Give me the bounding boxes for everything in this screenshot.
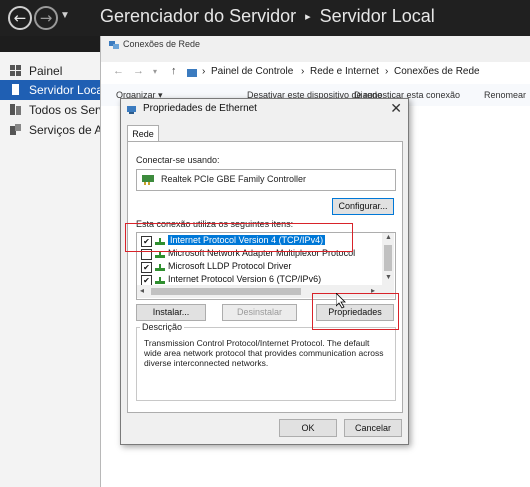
protocol-icon [155,251,165,258]
list-item-lldp[interactable]: ✔ Microsoft LLDP Protocol Driver [137,261,381,274]
rename-command[interactable]: Renomear [484,90,526,100]
protocol-icon [155,264,165,271]
dialog-title: Propriedades de Ethernet [143,103,257,114]
address-bar[interactable]: ← → ▾ ↑ › Painel de Controle › Rede e In… [101,62,530,85]
scroll-thumb[interactable] [384,245,392,271]
sidebar-item-servidor-local[interactable]: Servidor Local [0,80,100,100]
protocol-icon [155,277,165,284]
breadcrumb-network-internet[interactable]: Rede e Internet [310,66,379,77]
breadcrumb-separator: ▸ [305,11,311,23]
install-button[interactable]: Instalar... [136,304,206,321]
server-icon [12,84,19,95]
properties-highlight-box [312,293,399,330]
breadcrumb-separator-icon: › [202,66,206,77]
description-text: Transmission Control Protocol/Internet P… [144,338,384,368]
sidebar-item-label: Todos os Servidores [29,103,100,117]
list-item-label: Microsoft LLDP Protocol Driver [168,261,292,271]
sidebar-item-label: Painel [29,64,63,78]
breadcrumb-control-panel[interactable]: Painel de Controle [211,66,293,77]
back-arrow-icon[interactable]: ← [8,6,32,30]
sidebar-item-label: Serviços de Arquivo [29,123,100,137]
ipv4-highlight-box [125,223,353,252]
mouse-cursor-icon [336,293,346,309]
page-title: Gerenciador do Servidor ▸ Servidor Local [100,6,435,27]
connect-using-label: Conectar-se usando: [136,155,220,165]
forward-arrow-icon[interactable]: → [34,6,58,30]
ethernet-properties-dialog: Propriedades de Ethernet ✕ Rede Conectar… [120,98,409,445]
network-adapter-icon [127,106,136,114]
tab-panel-rede: Conectar-se usando: Realtek PCIe GBE Fam… [127,141,403,413]
breadcrumb-separator-icon: › [301,66,305,77]
ok-button[interactable]: OK [279,419,337,437]
file-services-icon [10,124,21,135]
window-title: Conexões de Rede [123,39,201,49]
sidebar: Painel Servidor Local Todos os Servidore… [0,52,100,487]
scroll-left-icon[interactable]: ◂ [140,286,144,295]
checkbox-lldp[interactable]: ✔ [141,262,152,273]
cancel-button[interactable]: Cancelar [344,419,402,437]
back-icon[interactable]: ← [113,65,124,77]
control-panel-icon [187,69,197,77]
sidebar-item-servicos-de-arquivo[interactable]: Serviços de Arquivo [0,120,100,140]
recent-dropdown-icon[interactable]: ▾ [153,67,157,76]
network-card-icon [142,175,154,185]
breadcrumb-separator-icon: › [385,66,389,77]
dashboard-icon [10,65,21,76]
adapter-name: Realtek PCIe GBE Family Controller [161,174,307,184]
close-icon[interactable]: ✕ [390,100,402,117]
history-dropdown-icon[interactable]: ▼ [60,10,70,21]
scroll-up-icon[interactable]: ▲ [385,234,392,241]
description-label: Descrição [140,322,185,332]
vertical-scrollbar[interactable]: ▲ ▼ [382,233,394,285]
breadcrumb-network-connections[interactable]: Conexões de Rede [394,66,480,77]
list-item-label: Internet Protocol Version 6 (TCP/IPv6) [168,274,322,284]
tab-rede[interactable]: Rede [127,125,159,142]
adapter-field: Realtek PCIe GBE Family Controller [136,169,396,191]
horizontal-scroll-thumb[interactable] [151,288,301,295]
app-title: Gerenciador do Servidor [100,6,297,26]
up-arrow-icon[interactable]: ↑ [171,65,177,77]
sidebar-item-painel[interactable]: Painel [0,61,100,81]
sidebar-item-todos-os-servidores[interactable]: Todos os Servidores [0,100,100,120]
forward-icon[interactable]: → [133,65,144,77]
servers-icon [10,104,21,115]
uninstall-button[interactable]: Desinstalar [222,304,297,321]
description-group: Descrição Transmission Control Protocol/… [136,322,396,401]
configure-button[interactable]: Configurar... [332,198,394,215]
network-icon [109,41,119,49]
section-title: Servidor Local [319,6,435,26]
sidebar-item-label: Servidor Local [29,83,100,97]
scroll-down-icon[interactable]: ▼ [385,274,392,281]
